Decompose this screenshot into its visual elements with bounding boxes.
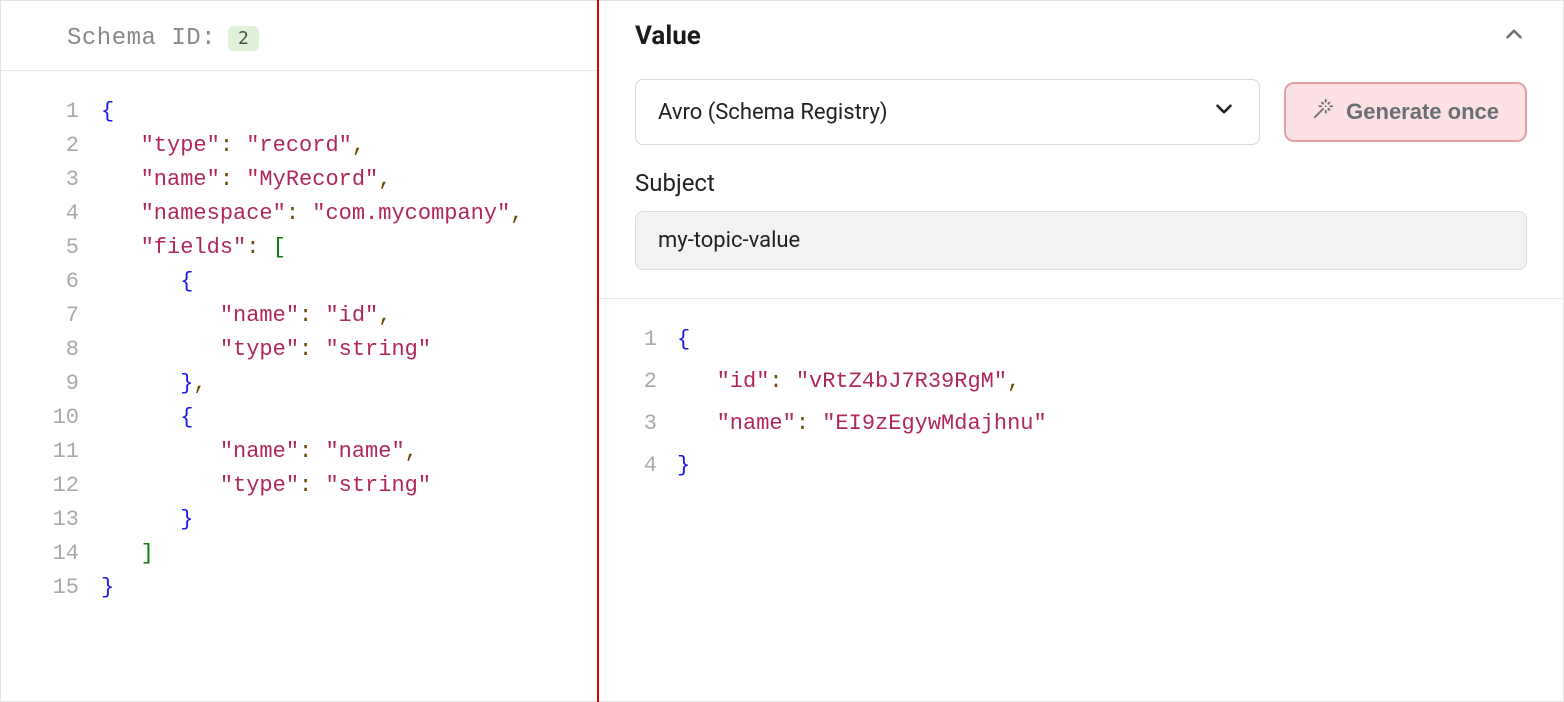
line-content: "id": "vRtZ4bJ7R39RgM", (677, 361, 1020, 403)
line-content: "namespace": "com.mycompany", (101, 197, 524, 231)
line-number: 5 (1, 231, 101, 265)
code-line: 1{ (599, 319, 1563, 361)
code-line: 3 "name": "MyRecord", (1, 163, 597, 197)
line-number: 2 (1, 129, 101, 163)
code-line: 4 "namespace": "com.mycompany", (1, 197, 597, 231)
line-number: 3 (1, 163, 101, 197)
line-number: 9 (1, 367, 101, 401)
code-line: 15} (1, 571, 597, 605)
subject-input[interactable]: my-topic-value (635, 211, 1527, 270)
code-line: 14 ] (1, 537, 597, 571)
line-content: }, (101, 367, 207, 401)
line-content: { (677, 319, 690, 361)
chevron-down-icon (1211, 96, 1237, 128)
line-content: ] (101, 537, 154, 571)
value-controls: Avro (Schema Registry) Generate once (599, 79, 1563, 159)
code-line: 6 { (1, 265, 597, 299)
value-title: Value (635, 21, 1501, 51)
chevron-up-icon[interactable] (1501, 21, 1527, 51)
line-content: "type": "record", (101, 129, 365, 163)
code-line: 10 { (1, 401, 597, 435)
code-line: 1{ (1, 95, 597, 129)
format-select-label: Avro (Schema Registry) (658, 100, 888, 125)
line-content: { (101, 265, 193, 299)
line-content: } (677, 445, 690, 487)
line-number: 10 (1, 401, 101, 435)
subject-block: Subject my-topic-value (599, 159, 1563, 270)
line-number: 15 (1, 571, 101, 605)
line-content: "name": "EI9zEgywMdajhnu" (677, 403, 1047, 445)
code-line: 8 "type": "string" (1, 333, 597, 367)
line-content: } (101, 571, 114, 605)
line-number: 4 (599, 445, 677, 487)
line-content: "type": "string" (101, 469, 431, 503)
code-line: 9 }, (1, 367, 597, 401)
line-number: 1 (599, 319, 677, 361)
line-number: 12 (1, 469, 101, 503)
value-header[interactable]: Value (599, 1, 1563, 79)
code-line: 13 } (1, 503, 597, 537)
code-line: 7 "name": "id", (1, 299, 597, 333)
line-content: } (101, 503, 193, 537)
value-panel: Value Avro (Schema Registry) Generate on… (599, 0, 1564, 702)
line-content: "type": "string" (101, 333, 431, 367)
schema-id-badge: 2 (228, 26, 259, 51)
line-number: 4 (1, 197, 101, 231)
value-code-editor[interactable]: 1{2 "id": "vRtZ4bJ7R39RgM",3 "name": "EI… (599, 299, 1563, 487)
schema-panel: Schema ID: 2 1{2 "type": "record",3 "nam… (0, 0, 597, 702)
line-number: 1 (1, 95, 101, 129)
line-content: "name": "name", (101, 435, 418, 469)
code-line: 5 "fields": [ (1, 231, 597, 265)
code-line: 12 "type": "string" (1, 469, 597, 503)
line-number: 2 (599, 361, 677, 403)
code-line: 11 "name": "name", (1, 435, 597, 469)
schema-header: Schema ID: 2 (1, 1, 597, 71)
line-content: "name": "MyRecord", (101, 163, 391, 197)
line-content: { (101, 95, 114, 129)
schema-id-label: Schema ID: (67, 25, 216, 52)
code-line: 2 "id": "vRtZ4bJ7R39RgM", (599, 361, 1563, 403)
line-number: 8 (1, 333, 101, 367)
schema-code-editor[interactable]: 1{2 "type": "record",3 "name": "MyRecord… (1, 71, 597, 701)
subject-label: Subject (635, 169, 1527, 197)
line-content: { (101, 401, 193, 435)
code-line: 3 "name": "EI9zEgywMdajhnu" (599, 403, 1563, 445)
code-line: 4} (599, 445, 1563, 487)
line-content: "name": "id", (101, 299, 391, 333)
line-number: 13 (1, 503, 101, 537)
line-number: 7 (1, 299, 101, 333)
line-number: 14 (1, 537, 101, 571)
line-number: 11 (1, 435, 101, 469)
magic-wand-icon (1312, 98, 1334, 126)
code-line: 2 "type": "record", (1, 129, 597, 163)
line-content: "fields": [ (101, 231, 286, 265)
line-number: 3 (599, 403, 677, 445)
app-root: Schema ID: 2 1{2 "type": "record",3 "nam… (0, 0, 1564, 702)
generate-button-label: Generate once (1346, 99, 1499, 125)
line-number: 6 (1, 265, 101, 299)
generate-once-button[interactable]: Generate once (1284, 82, 1527, 142)
format-select[interactable]: Avro (Schema Registry) (635, 79, 1260, 145)
